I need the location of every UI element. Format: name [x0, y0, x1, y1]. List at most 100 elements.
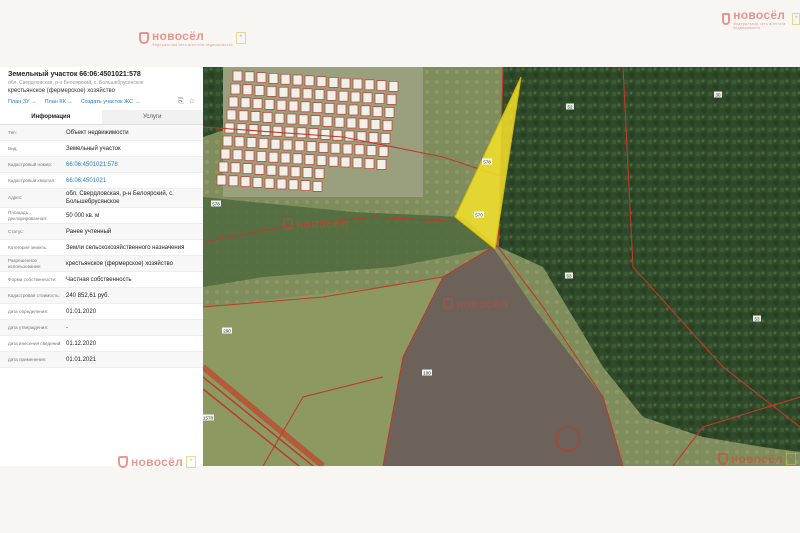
- village-plot[interactable]: [332, 129, 343, 141]
- village-plot[interactable]: [300, 180, 311, 191]
- plan-zu-link[interactable]: План ЗУ →: [8, 98, 37, 106]
- share-icon[interactable]: ⎘: [178, 98, 184, 106]
- village-plot[interactable]: [232, 70, 243, 82]
- village-plot[interactable]: [256, 72, 267, 83]
- village-plot[interactable]: [370, 119, 381, 130]
- satellite-map[interactable]: 578 570 52 30 63 53 290 100 578 1578 нов…: [203, 67, 800, 466]
- village-plot[interactable]: [262, 112, 273, 123]
- village-plot[interactable]: [254, 85, 265, 96]
- village-plot[interactable]: [268, 151, 279, 163]
- village-plot[interactable]: [244, 71, 255, 83]
- village-plot[interactable]: [334, 116, 345, 128]
- village-plot[interactable]: [250, 111, 261, 122]
- village-plot[interactable]: [290, 166, 301, 178]
- village-plot[interactable]: [232, 149, 243, 161]
- village-plot[interactable]: [276, 99, 287, 111]
- village-plot[interactable]: [230, 83, 241, 95]
- village-plot[interactable]: [364, 79, 375, 91]
- village-plot[interactable]: [228, 96, 239, 108]
- village-plot[interactable]: [300, 101, 311, 113]
- village-plot[interactable]: [338, 90, 349, 102]
- village-plot[interactable]: [296, 127, 307, 139]
- village-plot[interactable]: [328, 155, 339, 167]
- plan-kk-link[interactable]: План КК →: [45, 98, 73, 106]
- village-plot[interactable]: [354, 144, 365, 156]
- village-plot[interactable]: [310, 115, 321, 126]
- village-plot[interactable]: [292, 153, 303, 165]
- village-plot[interactable]: [328, 77, 339, 88]
- village-plot[interactable]: [304, 154, 315, 165]
- village-plot[interactable]: [282, 139, 293, 151]
- village-plot[interactable]: [268, 73, 279, 84]
- village-plot[interactable]: [326, 90, 337, 101]
- village-plot[interactable]: [264, 99, 275, 110]
- village-plot[interactable]: [238, 110, 249, 122]
- village-plot[interactable]: [304, 75, 315, 87]
- village-plot[interactable]: [312, 181, 323, 192]
- village-plot[interactable]: [344, 130, 355, 142]
- village-plot[interactable]: [266, 86, 277, 97]
- village-plot[interactable]: [224, 122, 235, 134]
- village-plot[interactable]: [388, 81, 399, 92]
- village-plot[interactable]: [278, 165, 289, 177]
- village-plot[interactable]: [358, 118, 369, 130]
- village-plot[interactable]: [222, 135, 233, 147]
- village-plot[interactable]: [306, 141, 317, 152]
- village-plot[interactable]: [264, 177, 275, 189]
- village-plot[interactable]: [288, 179, 299, 191]
- village-plot[interactable]: [350, 91, 361, 103]
- village-plot[interactable]: [386, 94, 397, 105]
- village-plot[interactable]: [362, 92, 373, 104]
- village-plot[interactable]: [378, 146, 389, 157]
- village-plot[interactable]: [248, 124, 259, 135]
- village-plot[interactable]: [368, 132, 379, 143]
- village-plot[interactable]: [218, 161, 229, 173]
- village-plot[interactable]: [258, 138, 269, 149]
- info-value[interactable]: 66:06:4501021: [66, 177, 203, 185]
- village-plot[interactable]: [336, 103, 347, 115]
- village-plot[interactable]: [342, 143, 353, 155]
- village-plot[interactable]: [274, 112, 285, 124]
- village-plot[interactable]: [226, 109, 237, 121]
- village-plot[interactable]: [236, 123, 247, 135]
- village-plot[interactable]: [242, 84, 253, 96]
- village-plot[interactable]: [240, 97, 251, 109]
- village-plot[interactable]: [322, 116, 333, 127]
- village-plot[interactable]: [216, 174, 227, 186]
- village-plot[interactable]: [384, 107, 395, 118]
- village-plot[interactable]: [260, 125, 271, 136]
- village-plot[interactable]: [252, 98, 263, 109]
- village-plot[interactable]: [302, 88, 313, 100]
- village-plot[interactable]: [288, 100, 299, 112]
- village-plot[interactable]: [294, 140, 305, 152]
- village-plot[interactable]: [382, 120, 393, 131]
- village-plot[interactable]: [324, 103, 335, 114]
- village-plot[interactable]: [340, 156, 351, 168]
- village-plot[interactable]: [272, 125, 283, 137]
- village-plot[interactable]: [298, 114, 309, 126]
- village-plot[interactable]: [290, 87, 301, 99]
- village-plot[interactable]: [340, 77, 351, 89]
- village-plot[interactable]: [346, 117, 357, 129]
- village-plot[interactable]: [220, 148, 231, 160]
- village-plot[interactable]: [312, 102, 323, 113]
- village-plot[interactable]: [318, 142, 329, 153]
- village-plot[interactable]: [230, 162, 241, 174]
- village-plot[interactable]: [372, 106, 383, 117]
- village-plot[interactable]: [314, 168, 325, 179]
- village-plot[interactable]: [330, 142, 341, 154]
- village-plot[interactable]: [252, 177, 263, 188]
- village-plot[interactable]: [360, 105, 371, 117]
- village-plot[interactable]: [308, 128, 319, 139]
- star-icon[interactable]: ☆: [189, 98, 195, 106]
- village-plot[interactable]: [244, 150, 255, 161]
- village-plot[interactable]: [316, 155, 327, 166]
- village-plot[interactable]: [286, 113, 297, 125]
- village-plot[interactable]: [242, 163, 253, 174]
- tab-information[interactable]: Информация: [0, 110, 102, 124]
- village-plot[interactable]: [320, 129, 331, 140]
- village-plot[interactable]: [376, 159, 387, 170]
- village-plot[interactable]: [366, 145, 377, 156]
- village-plot[interactable]: [234, 136, 245, 148]
- village-plot[interactable]: [374, 93, 385, 104]
